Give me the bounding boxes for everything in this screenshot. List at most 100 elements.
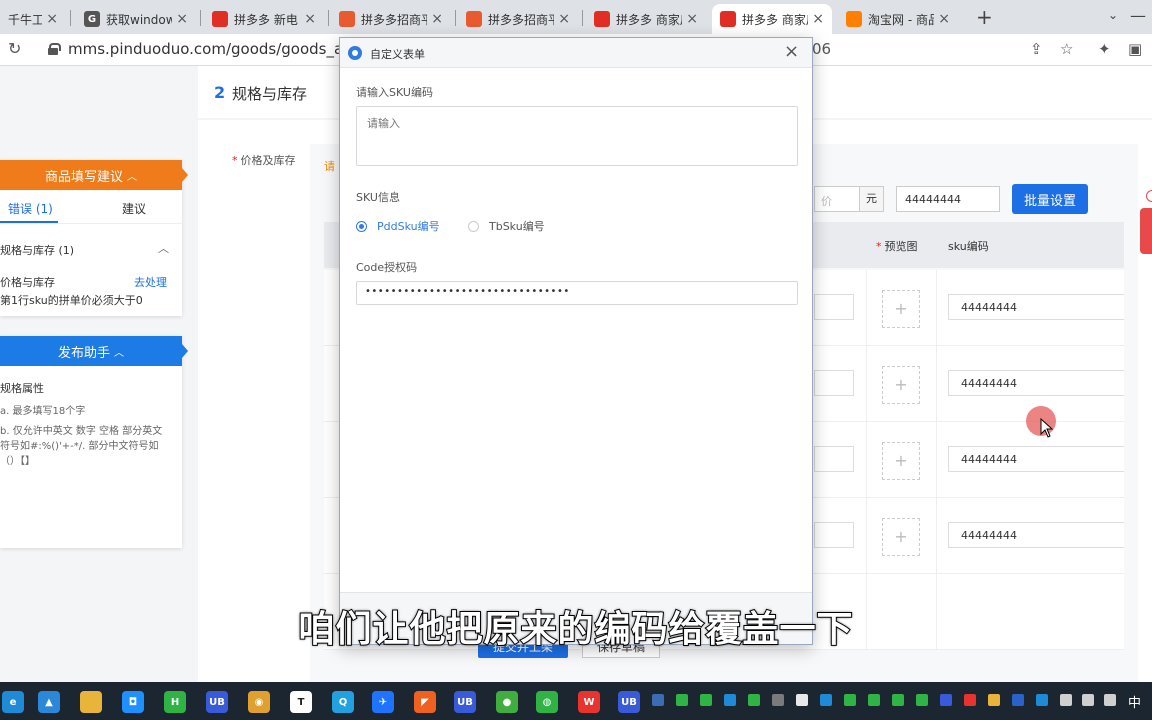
add-preview-image-button[interactable]: + <box>882 366 920 404</box>
add-preview-image-button[interactable]: + <box>882 290 920 328</box>
tray-icon[interactable] <box>868 694 880 706</box>
tray-icon[interactable] <box>772 694 784 706</box>
batch-sku-input[interactable]: 44444444 <box>896 186 1000 212</box>
tray-icon[interactable] <box>892 694 904 706</box>
lock-icon[interactable] <box>48 43 61 55</box>
error-group-title[interactable]: 规格与库存 (1) <box>0 242 74 258</box>
url-tail-text[interactable]: 06 <box>812 40 831 58</box>
sidebar-icon[interactable]: ▣ <box>1128 40 1142 58</box>
price-cell-input[interactable] <box>814 370 854 396</box>
code-auth-input[interactable]: •••••••••••••••••••••••••••••••• <box>356 281 798 305</box>
taskbar-h-app-icon[interactable]: H <box>164 691 186 713</box>
tray-icon[interactable] <box>844 694 856 706</box>
shield-icon[interactable] <box>1012 694 1024 706</box>
taskbar-wps-icon[interactable]: W <box>578 691 600 713</box>
browser-tab[interactable]: 淘宝网 - 商品 × <box>838 4 958 34</box>
sku-code-input[interactable]: 44444444 <box>948 370 1124 396</box>
extensions-icon[interactable]: ✦ <box>1098 40 1111 58</box>
radio-pdd-sku[interactable]: PddSku编号 <box>356 218 440 234</box>
taskbar-photos-icon[interactable]: ▲ <box>38 691 60 713</box>
browser-tab[interactable]: 千牛工作× <box>0 4 66 34</box>
bluetooth-icon[interactable] <box>1036 694 1048 706</box>
side-float-tab[interactable] <box>1140 208 1152 254</box>
help-circle-icon[interactable] <box>1146 190 1152 202</box>
taskbar-ub-app-2-icon[interactable]: UB <box>454 691 476 713</box>
taskbar-explorer-icon[interactable] <box>80 691 102 713</box>
taskbar-chrome-icon[interactable]: ◉ <box>248 691 270 713</box>
tray-icon[interactable] <box>940 694 952 706</box>
publish-helper-header[interactable]: 发布助手 ︿ <box>0 336 182 366</box>
taskbar-search-app-icon[interactable]: Q <box>332 691 354 713</box>
volume-icon[interactable] <box>1082 694 1094 706</box>
input-language-indicator[interactable]: 中 <box>1128 692 1141 711</box>
taskbar-edge-icon[interactable]: e <box>2 691 24 713</box>
tab-title: 拼多多 商家后 <box>616 12 682 27</box>
battery-icon[interactable] <box>1060 694 1072 706</box>
add-preview-image-button[interactable]: + <box>882 442 920 480</box>
reload-icon[interactable]: ↻ <box>8 39 21 58</box>
tab-separator <box>70 10 71 26</box>
tray-icon[interactable] <box>700 694 712 706</box>
tray-icon[interactable] <box>820 694 832 706</box>
sku-code-input[interactable]: 44444444 <box>948 446 1124 472</box>
browser-tab[interactable]: 拼多多 新电 × <box>204 4 324 34</box>
network-icon[interactable] <box>1104 694 1116 706</box>
taskbar-green-app-icon[interactable]: ● <box>496 691 518 713</box>
taskbar-ub-app-icon[interactable]: UB <box>206 691 228 713</box>
sku-code-textarea[interactable] <box>356 106 798 166</box>
share-icon[interactable]: ⇪ <box>1030 40 1043 58</box>
tab-close-icon[interactable]: × <box>176 11 188 27</box>
browser-tab[interactable]: 拼多多招商平 × <box>331 4 451 34</box>
taskbar-t-app-icon[interactable]: T <box>290 691 312 713</box>
browser-tab[interactable]: G 获取window × <box>76 4 196 34</box>
tab-close-icon[interactable]: × <box>686 11 698 27</box>
close-icon[interactable]: × <box>784 41 799 62</box>
sku-code-input[interactable]: 44444444 <box>948 522 1124 548</box>
price-cell-input[interactable] <box>814 446 854 472</box>
tab-suggestions[interactable]: 建议 <box>122 200 146 217</box>
taskbar-store-icon[interactable]: ◘ <box>122 691 144 713</box>
radio-tb-sku[interactable]: TbSku编号 <box>468 218 545 234</box>
batch-set-button[interactable]: 批量设置 <box>1012 184 1088 214</box>
tray-icon[interactable] <box>796 694 808 706</box>
add-preview-image-button[interactable]: + <box>882 518 920 556</box>
price-cell-input[interactable] <box>814 522 854 548</box>
browser-tab[interactable]: 拼多多 商家后 × <box>712 4 832 34</box>
bookmark-star-icon[interactable]: ☆ <box>1060 40 1073 58</box>
error-item-title: 价格与库存 <box>0 276 55 289</box>
taskbar-orange-app-icon[interactable]: ◤ <box>414 691 436 713</box>
url-text[interactable]: mms.pinduoduo.com/goods/goods_add/in <box>68 40 381 58</box>
tab-search-icon[interactable]: ⌄ <box>1108 8 1118 22</box>
tab-close-icon[interactable]: × <box>46 11 58 27</box>
browser-tab[interactable]: 拼多多 商家后 × <box>586 4 706 34</box>
tab-close-icon[interactable]: × <box>304 11 316 27</box>
tray-icon[interactable] <box>724 694 736 706</box>
tab-close-icon[interactable]: × <box>938 11 950 27</box>
mouse-cursor-icon <box>1040 418 1054 438</box>
window-minimize-icon[interactable]: — <box>1130 6 1146 25</box>
orange-hint: 请 <box>324 160 335 173</box>
tray-icon[interactable] <box>964 694 976 706</box>
browser-tab[interactable]: 拼多多招商平 × <box>458 4 578 34</box>
tray-icon[interactable] <box>652 694 664 706</box>
chevron-up-icon[interactable]: ︿ <box>158 240 169 256</box>
suggestion-panel-header[interactable]: 商品填写建议 ︿ <box>0 160 182 190</box>
batch-price-input[interactable]: 价 <box>814 186 860 212</box>
tab-close-icon[interactable]: × <box>431 11 443 27</box>
tab-close-icon[interactable]: × <box>812 11 824 27</box>
sku-code-input[interactable]: 44444444 <box>948 294 1124 320</box>
taskbar-feishu-icon[interactable]: ✈ <box>372 691 394 713</box>
tray-icon[interactable] <box>916 694 928 706</box>
new-tab-button[interactable]: + <box>976 5 993 29</box>
tray-icon[interactable] <box>748 694 760 706</box>
price-cell-input[interactable] <box>814 294 854 320</box>
fix-link[interactable]: 去处理 <box>134 274 167 290</box>
tab-favicon-icon <box>466 11 482 27</box>
browser-tab-strip: 千牛工作×G获取window×拼多多 新电×拼多多招商平×拼多多招商平×拼多多 … <box>0 0 1152 34</box>
tray-icon[interactable] <box>988 694 1000 706</box>
taskbar-wechat-icon[interactable]: ◍ <box>536 691 558 713</box>
tab-errors[interactable]: 错误 (1) <box>8 200 53 217</box>
tab-close-icon[interactable]: × <box>558 11 570 27</box>
taskbar-ub-app-3-icon[interactable]: UB <box>618 691 640 713</box>
tray-icon[interactable] <box>676 694 688 706</box>
